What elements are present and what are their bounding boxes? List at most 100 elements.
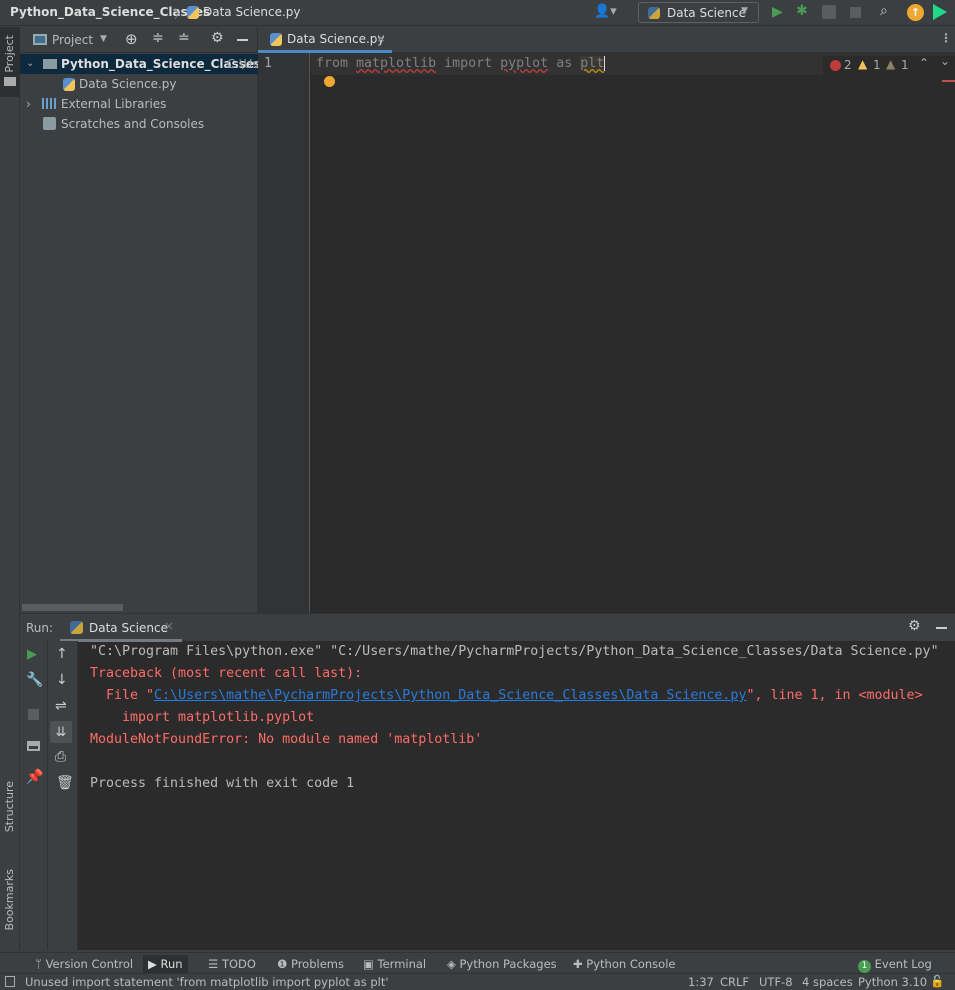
locate-icon[interactable]: ⊕	[125, 30, 138, 48]
tool-window-bar: ᛘ Version Control ▶ Run ☰ TODO ❶ Problem…	[0, 952, 955, 973]
folder-icon	[43, 59, 57, 69]
project-tool-button[interactable]: Project	[0, 27, 20, 97]
toolwindow-todo[interactable]: ☰ TODO	[203, 955, 261, 973]
hide-icon[interactable]	[237, 39, 248, 41]
previous-highlight-icon[interactable]: ⌃	[919, 56, 929, 70]
python-file-icon	[270, 33, 282, 46]
tree-item-label: Data Science.py	[79, 77, 177, 91]
line-separator[interactable]: CRLF	[720, 975, 749, 989]
expand-all-icon[interactable]: ≑	[152, 30, 164, 46]
hide-icon[interactable]	[936, 627, 947, 629]
toolwindow-problems[interactable]: ❶ Problems	[272, 955, 349, 973]
lightbulb-icon[interactable]	[324, 76, 335, 87]
python-file-icon	[187, 6, 199, 19]
breadcrumb-separator: 〉	[174, 7, 187, 21]
next-highlight-icon[interactable]: ⌄	[940, 54, 950, 68]
problems-icon: ❶	[277, 957, 291, 971]
tree-item-project-root[interactable]: ⌄ Python_Data_Science_Classes C:\Users	[20, 54, 258, 74]
lock-icon[interactable]: 🔓	[930, 974, 944, 988]
toolwindow-label: Event Log	[874, 957, 932, 971]
project-view-selector[interactable]: Project	[52, 33, 93, 47]
horizontal-scrollbar[interactable]	[22, 604, 123, 611]
breadcrumb-file[interactable]: Data Science.py	[203, 5, 301, 19]
python-console-icon: ✚	[573, 957, 587, 971]
structure-tool-button[interactable]: Structure	[0, 777, 20, 847]
close-icon[interactable]: ×	[164, 619, 174, 633]
toolwindow-label: Python Packages	[459, 957, 557, 971]
console-command-line: "C:\Program Files\python.exe" "C:/Users/…	[90, 644, 939, 659]
navigation-bar: Python_Data_Science_Classes 〉 Data Scien…	[0, 0, 955, 26]
list-icon: ☰	[208, 957, 222, 971]
structure-tool-label: Structure	[3, 781, 16, 833]
tree-item-external-libraries[interactable]: › External Libraries	[20, 94, 258, 114]
caret	[604, 56, 606, 71]
library-icon	[42, 98, 56, 109]
python-file-icon	[63, 78, 75, 91]
line-number: 1	[264, 56, 273, 71]
console-text: File "	[90, 688, 155, 703]
run-tab-data-science[interactable]: Data Science ×	[60, 614, 182, 642]
run-panel-header: Run: Data Science × ⚙	[20, 613, 955, 642]
toolwindow-python-packages[interactable]: ◈ Python Packages	[442, 955, 562, 973]
editor-tabs: Data Science.py × ⋮	[258, 27, 955, 53]
coverage-icon[interactable]	[822, 5, 836, 19]
vcs-icon: ᛘ	[35, 957, 46, 971]
close-icon[interactable]: ×	[376, 31, 386, 45]
tool-windows-toggle-icon[interactable]	[5, 976, 15, 987]
gear-icon[interactable]: ⚙	[211, 30, 224, 46]
update-icon[interactable]: ↑	[907, 4, 924, 21]
search-icon[interactable]: ⌕	[880, 3, 888, 19]
toolwindow-label: Terminal	[377, 957, 427, 971]
tab-label: Data Science.py	[287, 32, 385, 46]
console-file-link[interactable]: C:\Users\mathe\PycharmProjects\Python_Da…	[154, 688, 746, 703]
tree-item-scratches[interactable]: Scratches and Consoles	[20, 114, 258, 134]
toolwindow-label: TODO	[221, 957, 256, 971]
console-output[interactable]: "C:\Program Files\python.exe" "C:/Users/…	[20, 641, 955, 950]
weak-warning-count: 1	[901, 58, 909, 72]
toolwindow-version-control[interactable]: ᛘ Version Control	[30, 955, 138, 973]
pycharm-logo-icon[interactable]	[933, 4, 947, 20]
vcs-user-icon[interactable]: 👤▾	[594, 4, 617, 19]
bookmarks-tool-button[interactable]: Bookmarks	[0, 865, 20, 945]
code-line[interactable]: from matplotlib import pyplot as plt	[316, 56, 606, 71]
inspection-widget[interactable]: 2 ▲ 1 ▲ 1 ⌃ ⌄	[823, 54, 955, 76]
caret-position[interactable]: 1:37	[688, 975, 714, 989]
chevron-down-icon[interactable]: ▼	[100, 34, 107, 44]
error-stripe-mark[interactable]	[942, 80, 955, 82]
warning-icon: ▲	[858, 57, 868, 71]
run-panel: Run: Data Science × ⚙ ▶ 🔧 📌 ↑ ↓ ⇌ ⇊ ⎙ 🗑 …	[20, 613, 955, 950]
project-tool-label: Project	[3, 35, 16, 73]
debug-icon[interactable]: ✱	[796, 3, 808, 19]
toolwindow-python-console[interactable]: ✚ Python Console	[568, 955, 680, 973]
toolwindow-terminal[interactable]: ▣ Terminal	[358, 955, 431, 973]
toolwindow-label: Run	[160, 957, 183, 971]
code-token-error: pyplot	[500, 56, 549, 71]
tab-data-science-py[interactable]: Data Science.py ×	[258, 27, 392, 53]
toolwindow-run[interactable]: ▶ Run	[143, 955, 188, 973]
python-interpreter[interactable]: Python 3.10	[858, 975, 927, 989]
chevron-right-icon[interactable]: ›	[26, 94, 31, 114]
run-icon[interactable]: ▶	[772, 4, 783, 20]
toolwindow-label: Problems	[290, 957, 344, 971]
run-config-selector[interactable]: Data Science ▼	[638, 2, 759, 23]
python-icon	[70, 621, 83, 634]
stop-icon[interactable]	[850, 7, 861, 18]
console-exit-message: Process finished with exit code 1	[90, 776, 355, 791]
status-bar: Unused import statement 'from matplotlib…	[0, 973, 955, 990]
file-encoding[interactable]: UTF-8	[759, 975, 793, 989]
bookmarks-tool-label: Bookmarks	[3, 869, 16, 931]
toolwindow-event-log[interactable]: 1 Event Log	[853, 955, 937, 973]
tree-item-data-science-py[interactable]: Data Science.py	[20, 74, 258, 94]
warning-count: 1	[873, 58, 881, 72]
indent-setting[interactable]: 4 spaces	[802, 975, 853, 989]
chevron-down-icon[interactable]: ⌄	[26, 54, 34, 74]
gear-icon[interactable]: ⚙	[908, 618, 921, 634]
tree-item-label: External Libraries	[61, 97, 167, 111]
error-count: 2	[844, 58, 852, 72]
more-options-icon[interactable]: ⋮	[940, 31, 952, 45]
collapse-all-icon[interactable]: ≐	[178, 30, 190, 46]
run-icon: ▶	[148, 957, 161, 971]
project-view-icon	[33, 34, 47, 45]
toolwindow-label: Version Control	[45, 957, 134, 971]
scratches-icon	[43, 117, 56, 130]
